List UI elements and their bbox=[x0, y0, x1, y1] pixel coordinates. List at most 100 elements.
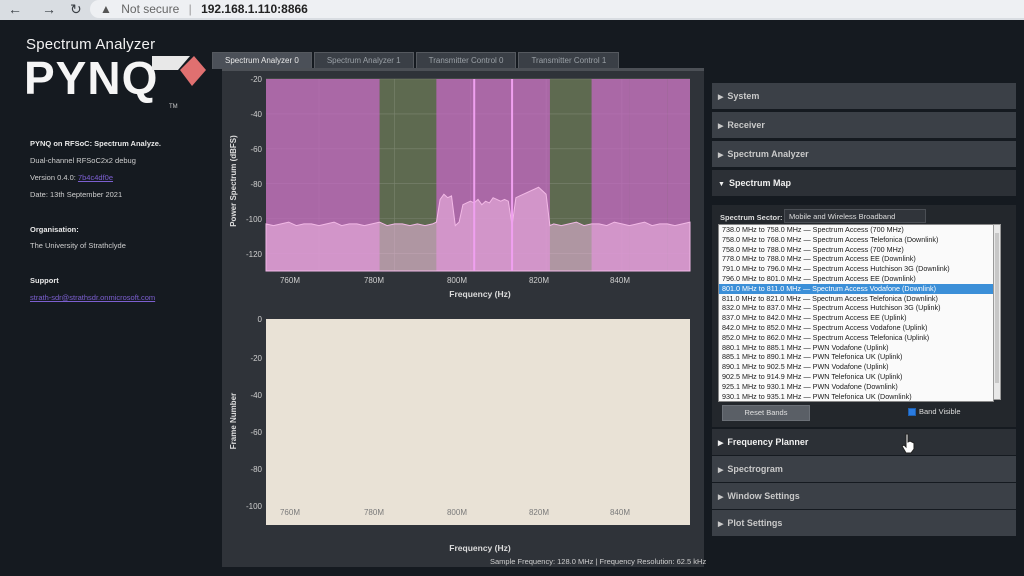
spectrum-y-label: Power Spectrum (dBFS) bbox=[229, 135, 238, 227]
band-list-item[interactable]: 880.1 MHz to 885.1 MHz — PWN Vodafone (U… bbox=[719, 343, 993, 353]
warning-icon: ▲ bbox=[100, 2, 112, 16]
section-label: Spectrum Analyzer bbox=[727, 149, 809, 159]
address-separator: | bbox=[188, 2, 192, 16]
spectrum-x-tick: 800M bbox=[447, 276, 467, 285]
back-arrow-icon[interactable]: ← bbox=[8, 1, 22, 17]
pynq-logo-icon bbox=[152, 56, 206, 86]
release-date: Date: 13th September 2021 bbox=[30, 190, 123, 199]
tab-spectrum-analyzer-1[interactable]: Spectrum Analyzer 1 bbox=[313, 52, 414, 69]
plot-panel: -20 -40 -60 -80 -100 -120 760M 780M 800M… bbox=[222, 68, 704, 567]
version-link[interactable]: 7b4c4df0e bbox=[78, 173, 113, 182]
section-spectrogram[interactable]: ▶ Spectrogram bbox=[712, 456, 1016, 482]
hand-cursor-icon bbox=[901, 433, 915, 454]
board-name: Dual-channel RFSoC2x2 debug bbox=[30, 156, 136, 165]
caret-right-icon: ▶ bbox=[718, 521, 724, 528]
plots-canvas: -20 -40 -60 -80 -100 -120 760M 780M 800M… bbox=[229, 75, 691, 553]
section-label: Window Settings bbox=[727, 491, 800, 501]
version-info: Version 0.4.0: 7b4c4df0e bbox=[30, 173, 113, 182]
band-listbox[interactable]: 738.0 MHz to 758.0 MHz — Spectrum Access… bbox=[718, 224, 994, 402]
logo-trademark: TM bbox=[169, 104, 178, 110]
band-list-item[interactable]: 811.0 MHz to 821.0 MHz — Spectrum Access… bbox=[719, 294, 993, 304]
caret-right-icon: ▶ bbox=[718, 123, 724, 130]
band-list-item[interactable]: 778.0 MHz to 788.0 MHz — Spectrum Access… bbox=[719, 254, 993, 264]
spectrogram-y-tick: -80 bbox=[250, 465, 262, 474]
spectrum-x-ticks: 760M 780M 800M 820M 840M bbox=[280, 276, 630, 285]
spectrogram-y-tick: 0 bbox=[258, 315, 263, 324]
band-list-item[interactable]: 842.0 MHz to 852.0 MHz — Spectrum Access… bbox=[719, 323, 993, 333]
reload-icon[interactable]: ↻ bbox=[70, 1, 82, 18]
section-label: Receiver bbox=[727, 120, 765, 130]
section-receiver[interactable]: ▶ Receiver bbox=[712, 112, 1016, 138]
sector-select[interactable]: Mobile and Wireless Broadband bbox=[784, 209, 926, 223]
section-spectrum-analyzer[interactable]: ▶ Spectrum Analyzer bbox=[712, 141, 1016, 167]
spectrogram-y-tick: -20 bbox=[250, 354, 262, 363]
band-list-item[interactable]: 796.0 MHz to 801.0 MHz — Spectrum Access… bbox=[719, 274, 993, 284]
security-label: Not secure bbox=[121, 2, 180, 16]
support-link[interactable]: strath-sdr@strathsdr.onmicrosoft.com bbox=[30, 293, 155, 302]
section-label: Plot Settings bbox=[727, 518, 783, 528]
tab-spectrum-analyzer-0[interactable]: Spectrum Analyzer 0 bbox=[212, 52, 312, 69]
band-list-item[interactable]: 902.5 MHz to 914.9 MHz — PWN Telefonica … bbox=[719, 372, 993, 382]
band-list-item[interactable]: 837.0 MHz to 842.0 MHz — Spectrum Access… bbox=[719, 313, 993, 323]
spectrum-y-tick: -60 bbox=[250, 145, 262, 154]
forward-arrow-icon[interactable]: → bbox=[42, 1, 56, 17]
band-list-item[interactable]: 832.0 MHz to 837.0 MHz — Spectrum Access… bbox=[719, 303, 993, 313]
support-heading: Support bbox=[30, 276, 59, 285]
band-list-item[interactable]: 791.0 MHz to 796.0 MHz — Spectrum Access… bbox=[719, 264, 993, 274]
spectrum-y-tick: -40 bbox=[250, 110, 262, 119]
caret-right-icon: ▶ bbox=[718, 467, 724, 474]
band-list-item[interactable]: 738.0 MHz to 758.0 MHz — Spectrum Access… bbox=[719, 225, 993, 235]
band-visible-checkbox[interactable] bbox=[908, 408, 916, 416]
band-list-item[interactable]: 801.0 MHz to 811.0 MHz — Spectrum Access… bbox=[719, 283, 993, 294]
version-label: Version 0.4.0: bbox=[30, 173, 76, 182]
spectrum-x-label: Frequency (Hz) bbox=[449, 289, 511, 299]
section-window-settings[interactable]: ▶ Window Settings bbox=[712, 483, 1016, 509]
organisation-heading: Organisation: bbox=[30, 225, 79, 234]
status-footer: Sample Frequency: 128.0 MHz | Frequency … bbox=[490, 557, 707, 566]
band-list-item[interactable]: 930.1 MHz to 935.1 MHz — PWN Telefonica … bbox=[719, 392, 993, 401]
organisation-name: The University of Strathclyde bbox=[30, 241, 126, 250]
sector-label: Spectrum Sector: bbox=[720, 213, 783, 222]
band-list-item[interactable]: 885.1 MHz to 890.1 MHz — PWN Telefonica … bbox=[719, 352, 993, 362]
logo-title: PYNQ bbox=[24, 52, 159, 104]
spectrum-x-tick: 820M bbox=[529, 276, 549, 285]
band-list-item[interactable]: 925.1 MHz to 930.1 MHz — PWN Vodafone (D… bbox=[719, 382, 993, 392]
section-label: Spectrum Map bbox=[728, 178, 791, 188]
spectrogram-y-ticks: 0 -20 -40 -60 -80 -100 bbox=[246, 315, 263, 511]
tab-transmitter-control-1[interactable]: Transmitter Control 1 bbox=[518, 52, 620, 69]
scrollbar-thumb[interactable] bbox=[995, 233, 999, 383]
spectrogram-plot: 0 -20 -40 -60 -80 -100 760M 780M 800M 82… bbox=[229, 315, 690, 553]
section-system[interactable]: ▶ System bbox=[712, 83, 1016, 109]
caret-right-icon: ▶ bbox=[718, 94, 724, 101]
spectrogram-x-tick: 800M bbox=[447, 508, 467, 517]
section-label: Spectrogram bbox=[727, 464, 783, 474]
spectrogram-y-label: Frame Number bbox=[229, 393, 238, 449]
spectrogram-x-tick: 820M bbox=[529, 508, 549, 517]
spectrogram-x-tick: 760M bbox=[280, 508, 300, 517]
band-list-item[interactable]: 890.1 MHz to 902.5 MHz — PWN Vodafone (U… bbox=[719, 362, 993, 372]
tab-transmitter-control-0[interactable]: Transmitter Control 0 bbox=[415, 52, 517, 69]
spectrum-y-tick: -20 bbox=[250, 75, 262, 84]
spectrum-x-tick: 840M bbox=[610, 276, 630, 285]
browser-toolbar: ← → ↻ ▲ Not secure | 192.168.1.110:8866 bbox=[0, 0, 1024, 20]
spectrum-x-tick: 780M bbox=[364, 276, 384, 285]
caret-right-icon: ▶ bbox=[718, 440, 724, 447]
band-list-item[interactable]: 758.0 MHz to 788.0 MHz — Spectrum Access… bbox=[719, 245, 993, 255]
section-plot-settings[interactable]: ▶ Plot Settings bbox=[712, 510, 1016, 536]
section-label: System bbox=[727, 91, 760, 101]
band-list-scrollbar[interactable] bbox=[993, 224, 1001, 400]
spectrum-map-body: Spectrum Sector: Mobile and Wireless Bro… bbox=[712, 205, 1016, 427]
spectrogram-y-tick: -40 bbox=[250, 391, 262, 400]
reset-bands-button[interactable]: Reset Bands bbox=[722, 405, 810, 421]
section-spectrum-map[interactable]: ▼ Spectrum Map bbox=[712, 170, 1016, 196]
spectrogram-y-tick: -100 bbox=[246, 502, 263, 511]
spectrum-y-tick: -80 bbox=[250, 180, 262, 189]
section-frequency-planner[interactable]: ▶ Frequency Planner bbox=[712, 429, 1016, 455]
band-list-item[interactable]: 758.0 MHz to 768.0 MHz — Spectrum Access… bbox=[719, 235, 993, 245]
caret-down-icon: ▼ bbox=[718, 181, 725, 188]
spectrogram-area[interactable] bbox=[266, 319, 690, 525]
spectrogram-y-tick: -60 bbox=[250, 428, 262, 437]
address-bar[interactable]: ▲ Not secure | 192.168.1.110:8866 bbox=[90, 0, 1024, 18]
url-text[interactable]: 192.168.1.110:8866 bbox=[201, 2, 308, 16]
band-list-item[interactable]: 852.0 MHz to 862.0 MHz — Spectrum Access… bbox=[719, 333, 993, 343]
